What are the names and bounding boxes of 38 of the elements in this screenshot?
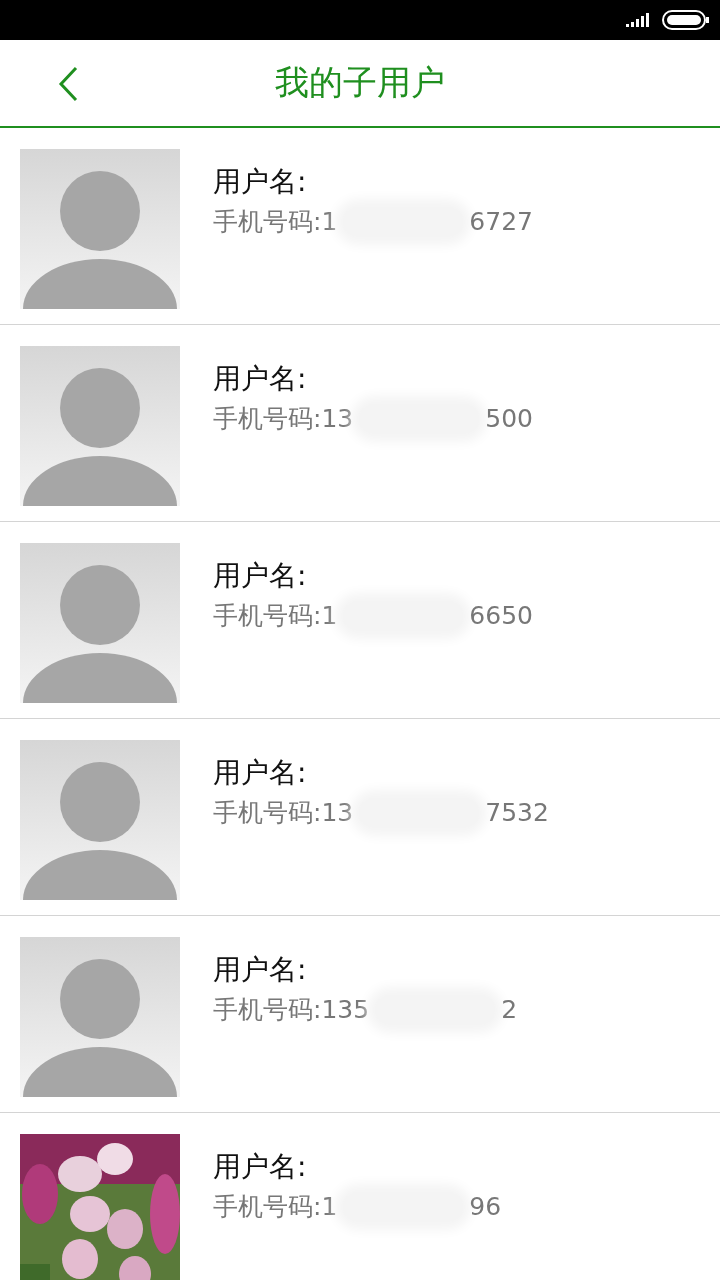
phone-label: 手机号码: xyxy=(213,1191,322,1223)
avatar-icon xyxy=(20,937,180,1097)
phone-fragment: 7532 xyxy=(485,798,549,827)
phone-fragment: 1 xyxy=(321,601,338,630)
page-title: 我的子用户 xyxy=(275,61,445,104)
username-label: 用户名: xyxy=(213,559,307,592)
user-list-item[interactable]: 用户名: 手机号码:13 500 xyxy=(0,325,720,522)
phone-label: 手机号码: xyxy=(213,206,322,238)
avatar-icon xyxy=(20,149,180,309)
phone-fragment: 2 xyxy=(501,995,518,1024)
phone-fragment: 13 xyxy=(321,798,354,827)
phone-fragment: 13 xyxy=(321,404,354,433)
user-list-item[interactable]: 用户名: 手机号码:1 6727 xyxy=(0,128,720,325)
avatar-icon xyxy=(20,543,180,703)
phone-fragment: 500 xyxy=(485,404,533,433)
phone-label: 手机号码: xyxy=(213,600,322,632)
username-label: 用户名: xyxy=(213,165,307,198)
username-label: 用户名: xyxy=(213,756,307,789)
user-list-item[interactable]: 用户名: 手机号码:13 7532 xyxy=(0,719,720,916)
phone-fragment: 6727 xyxy=(469,207,533,236)
phone-fragment: 135 xyxy=(321,995,370,1024)
phone-fragment: 96 xyxy=(469,1192,502,1221)
username-label: 用户名: xyxy=(213,362,307,395)
username-label: 用户名: xyxy=(213,1150,307,1183)
phone-fragment: 1 xyxy=(321,207,338,236)
user-list-item[interactable]: 用户名: 手机号码:1 6650 xyxy=(0,522,720,719)
signal-icon xyxy=(626,13,652,27)
username-label: 用户名: xyxy=(213,953,307,986)
phone-label: 手机号码: xyxy=(213,994,322,1026)
phone-label: 手机号码: xyxy=(213,403,322,435)
user-list-item[interactable]: 用户名: 手机号码:135 2 xyxy=(0,916,720,1113)
avatar-icon xyxy=(20,740,180,900)
phone-fragment: 1 xyxy=(321,1192,338,1221)
avatar-icon xyxy=(20,346,180,506)
user-list-item[interactable]: 用户名: 手机号码:1 96 xyxy=(0,1113,720,1280)
phone-fragment: 6650 xyxy=(469,601,533,630)
battery-icon xyxy=(662,10,710,30)
phone-label: 手机号码: xyxy=(213,797,322,829)
